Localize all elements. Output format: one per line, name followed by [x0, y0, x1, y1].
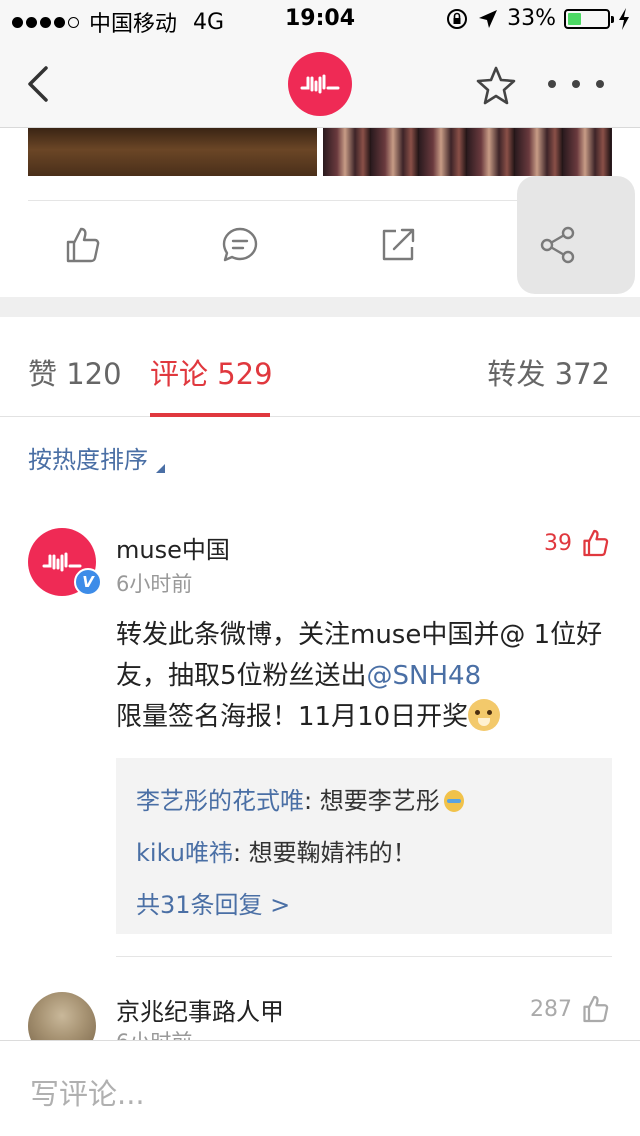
section-separator: [0, 297, 640, 317]
muse-logo-icon[interactable]: [288, 52, 352, 116]
post-image-2[interactable]: [323, 128, 612, 176]
more-replies-link[interactable]: 共31条回复 >: [136, 888, 592, 940]
reply-text: : 想要鞠婧祎的！: [232, 839, 417, 867]
comment-like-button[interactable]: 287: [530, 994, 610, 1024]
post-image-1[interactable]: [28, 128, 317, 176]
comment-text: 转发此条微博，关注muse中国并@ 1位好友，抽取5位粉丝送出@SNH48 限量签…: [116, 615, 616, 738]
divider: [116, 956, 612, 957]
tab-likes[interactable]: 赞 120: [28, 351, 122, 393]
post-action-bar: [0, 201, 640, 297]
comment-input-bar[interactable]: 写评论...: [0, 1040, 640, 1136]
sort-dropdown[interactable]: 按热度排序: [28, 440, 165, 475]
comment-icon[interactable]: [220, 225, 260, 265]
back-chevron-icon[interactable]: [22, 60, 62, 108]
comment-author[interactable]: muse中国: [116, 530, 230, 565]
battery-icon: [564, 8, 614, 29]
comment-text-part: 限量签名海报！11月10日开奖: [116, 702, 469, 732]
sort-label: 按热度排序: [28, 446, 148, 474]
thumbs-up-icon[interactable]: [62, 225, 102, 265]
comment-like-button[interactable]: 39: [544, 528, 610, 558]
tab-comments[interactable]: 评论 529: [150, 351, 273, 393]
comment-input-placeholder[interactable]: 写评论...: [30, 1071, 145, 1113]
reply-text: : 想要李艺彤: [304, 787, 440, 815]
post-images: [28, 128, 612, 176]
thumbs-up-icon: [583, 995, 609, 1023]
comment-text-part: 转发此条微博，关注muse中国并@ 1位好友，抽取5位粉丝送出: [116, 620, 603, 691]
comment-time: 6小时前: [116, 572, 193, 596]
star-icon[interactable]: [474, 64, 518, 108]
rotation-lock-icon: [447, 8, 468, 29]
tab-reposts[interactable]: 转发 372: [487, 351, 610, 393]
reply-author[interactable]: 李艺彤的花式唯: [136, 787, 304, 815]
status-right: 33%: [445, 6, 630, 31]
status-bar: 中国移动 4G 19:04 33%: [0, 0, 640, 40]
location-arrow-icon: [479, 9, 498, 28]
charging-bolt-icon: [619, 7, 629, 30]
reply-preview[interactable]: 李艺彤的花式唯: 想要李艺彤 kiku唯祎: 想要鞠婧祎的！ 共31条回复 >: [116, 758, 612, 934]
battery-percent: 33%: [507, 6, 556, 31]
crying-emoji-icon: [443, 790, 464, 812]
muse-logo-icon: [42, 552, 82, 572]
mention-link[interactable]: @SNH48: [367, 661, 482, 691]
like-count: 39: [544, 530, 572, 556]
reply-item: kiku唯祎: 想要鞠婧祎的！: [136, 836, 592, 888]
verified-badge: V: [74, 568, 102, 596]
like-count: 287: [530, 996, 572, 1022]
reply-author[interactable]: kiku唯祎: [136, 839, 233, 867]
nav-bar: [0, 40, 640, 128]
reply-item: 李艺彤的花式唯: 想要李艺彤: [136, 784, 592, 836]
thumbs-up-icon: [583, 529, 609, 557]
dropdown-triangle-icon: [156, 464, 165, 473]
interaction-tabs: 赞 120 评论 529 转发 372: [0, 317, 640, 417]
repost-icon[interactable]: [378, 225, 418, 265]
comment-author[interactable]: 京兆纪事路人甲: [116, 992, 284, 1027]
more-dots-icon[interactable]: [548, 74, 604, 94]
active-tab-indicator: [150, 413, 270, 417]
share-icon[interactable]: [538, 225, 578, 265]
doge-emoji-icon: [468, 699, 501, 731]
